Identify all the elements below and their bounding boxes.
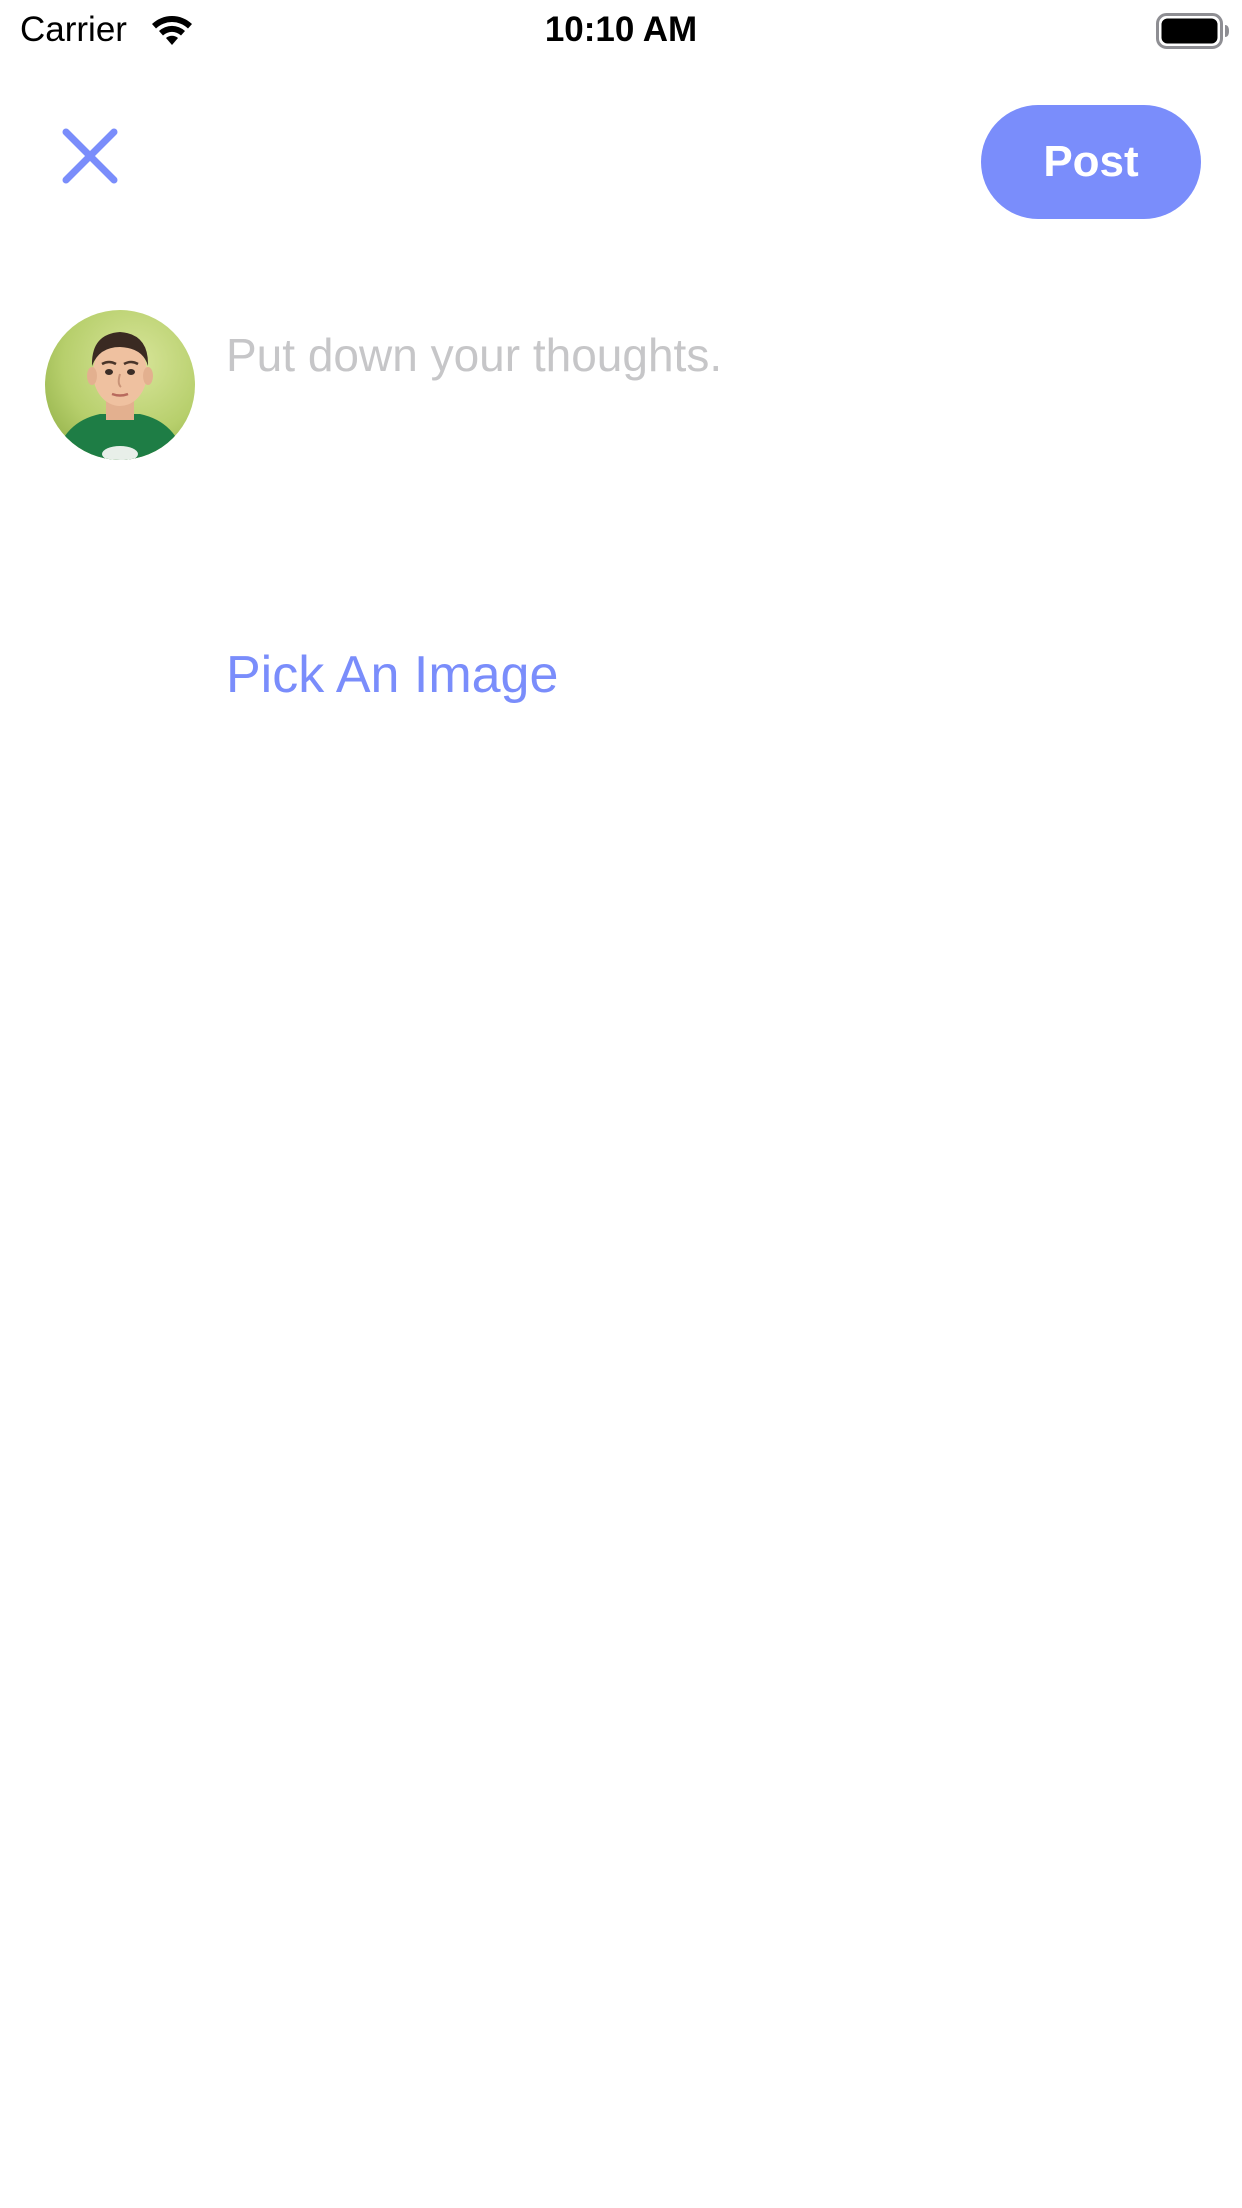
pick-image-button[interactable]: Pick An Image bbox=[226, 640, 558, 710]
status-bar: Carrier 10:10 AM bbox=[0, 0, 1242, 62]
status-time: 10:10 AM bbox=[544, 10, 698, 49]
post-button[interactable]: Post bbox=[981, 105, 1201, 219]
close-button[interactable] bbox=[52, 118, 128, 194]
user-avatar bbox=[45, 310, 195, 460]
battery-icon bbox=[1156, 13, 1229, 49]
thoughts-input[interactable] bbox=[226, 320, 1186, 520]
avatar-image bbox=[45, 310, 195, 460]
close-icon bbox=[62, 128, 118, 184]
